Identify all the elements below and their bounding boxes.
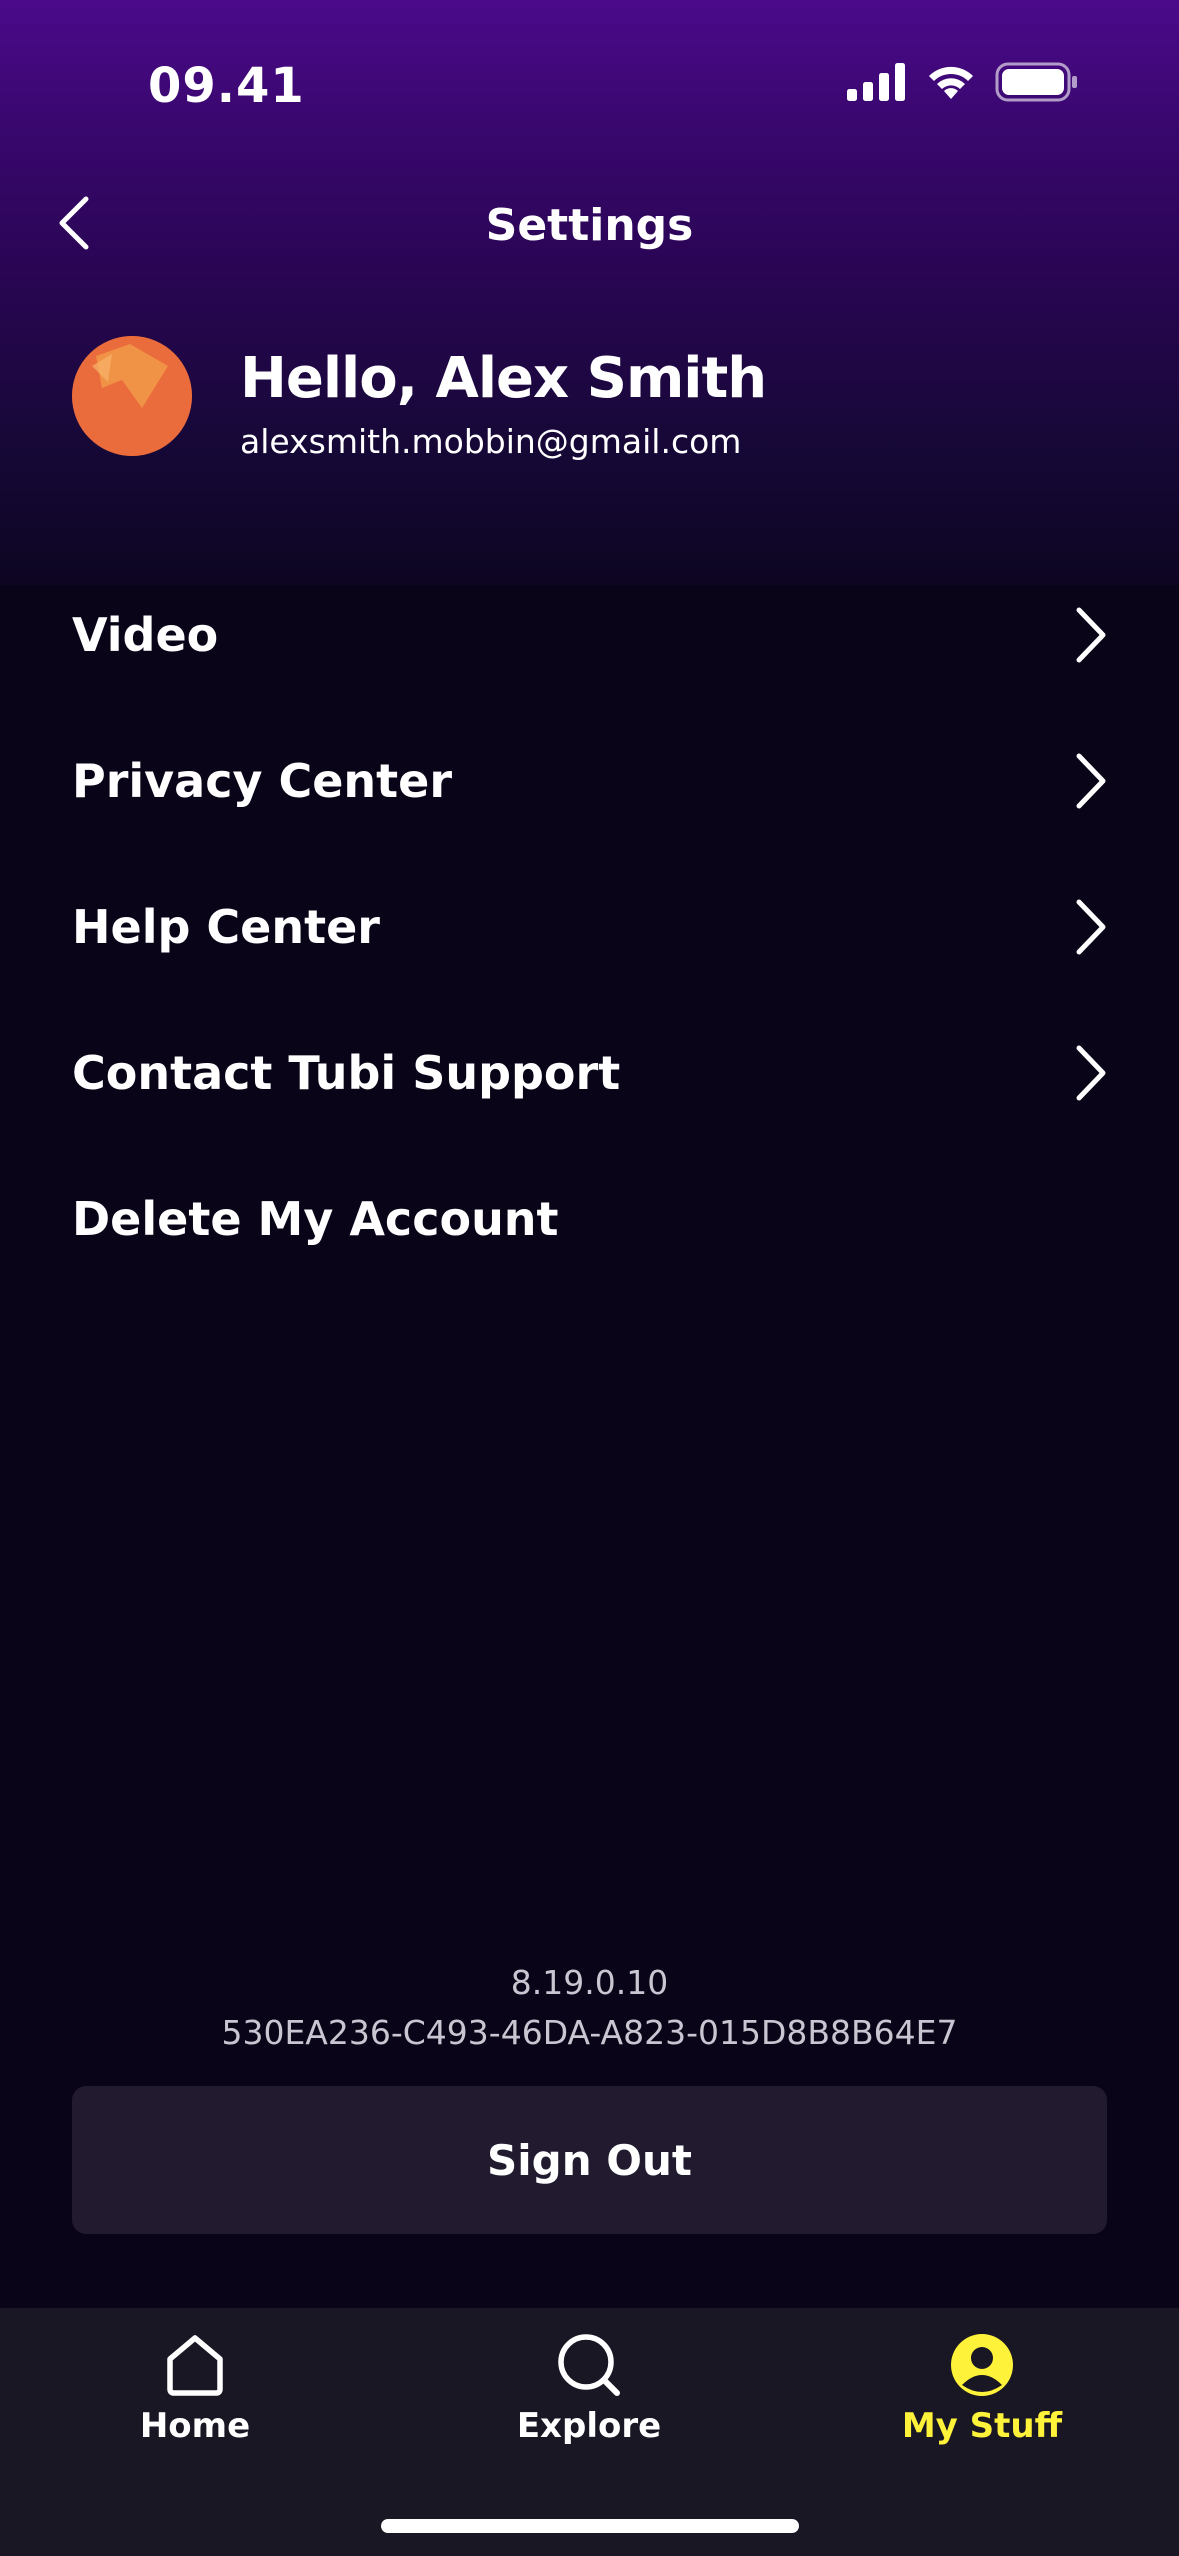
tab-explore[interactable]: Explore	[459, 2330, 719, 2490]
menu-item-label: Help Center	[72, 900, 380, 954]
cellular-signal-icon	[847, 63, 907, 106]
battery-icon	[995, 62, 1079, 107]
home-indicator	[381, 2519, 799, 2533]
device-id: 530EA236-C493-46DA-A823-015D8B8B64E7	[221, 2013, 958, 2052]
page-title: Settings	[485, 200, 694, 251]
home-icon	[160, 2330, 230, 2400]
chevron-right-icon	[1071, 1041, 1111, 1105]
chevron-right-icon	[1071, 895, 1111, 959]
menu-item-label: Video	[72, 608, 219, 662]
user-icon	[947, 2330, 1017, 2400]
status-time: 09.41	[148, 58, 305, 114]
tab-home[interactable]: Home	[65, 2330, 325, 2490]
sign-out-button[interactable]: Sign Out	[72, 2086, 1107, 2234]
chevron-right-icon	[1071, 603, 1111, 667]
menu-item-video[interactable]: Video	[0, 562, 1179, 708]
settings-screen: 09.41 Settings Hello, Alex Smith alexsmi…	[0, 0, 1179, 2556]
menu-item-label: Contact Tubi Support	[72, 1046, 621, 1100]
menu-item-contact-support[interactable]: Contact Tubi Support	[0, 1000, 1179, 1146]
profile-greeting: Hello, Alex Smith	[240, 346, 767, 411]
tab-label: Home	[139, 2406, 251, 2446]
tab-label: Explore	[516, 2406, 662, 2446]
wifi-icon	[925, 63, 977, 106]
avatar[interactable]	[72, 336, 192, 456]
menu-item-delete-account[interactable]: Delete My Account	[0, 1146, 1179, 1292]
settings-menu: Video Privacy Center Help Center Contact…	[0, 562, 1179, 1292]
chevron-right-icon	[1071, 749, 1111, 813]
app-version-info: 8.19.0.10 530EA236-C493-46DA-A823-015D8B…	[0, 1958, 1179, 2058]
menu-item-privacy-center[interactable]: Privacy Center	[0, 708, 1179, 854]
menu-item-label: Privacy Center	[72, 754, 453, 808]
profile-email: alexsmith.mobbin@gmail.com	[240, 422, 742, 461]
tab-my-stuff[interactable]: My Stuff	[852, 2330, 1112, 2490]
app-version: 8.19.0.10	[510, 1963, 669, 2002]
status-bar: 09.41	[0, 0, 1179, 175]
menu-item-help-center[interactable]: Help Center	[0, 854, 1179, 1000]
status-icons	[847, 62, 1079, 107]
search-icon	[554, 2330, 624, 2400]
menu-item-label: Delete My Account	[72, 1192, 559, 1246]
tab-label: My Stuff	[901, 2406, 1063, 2446]
